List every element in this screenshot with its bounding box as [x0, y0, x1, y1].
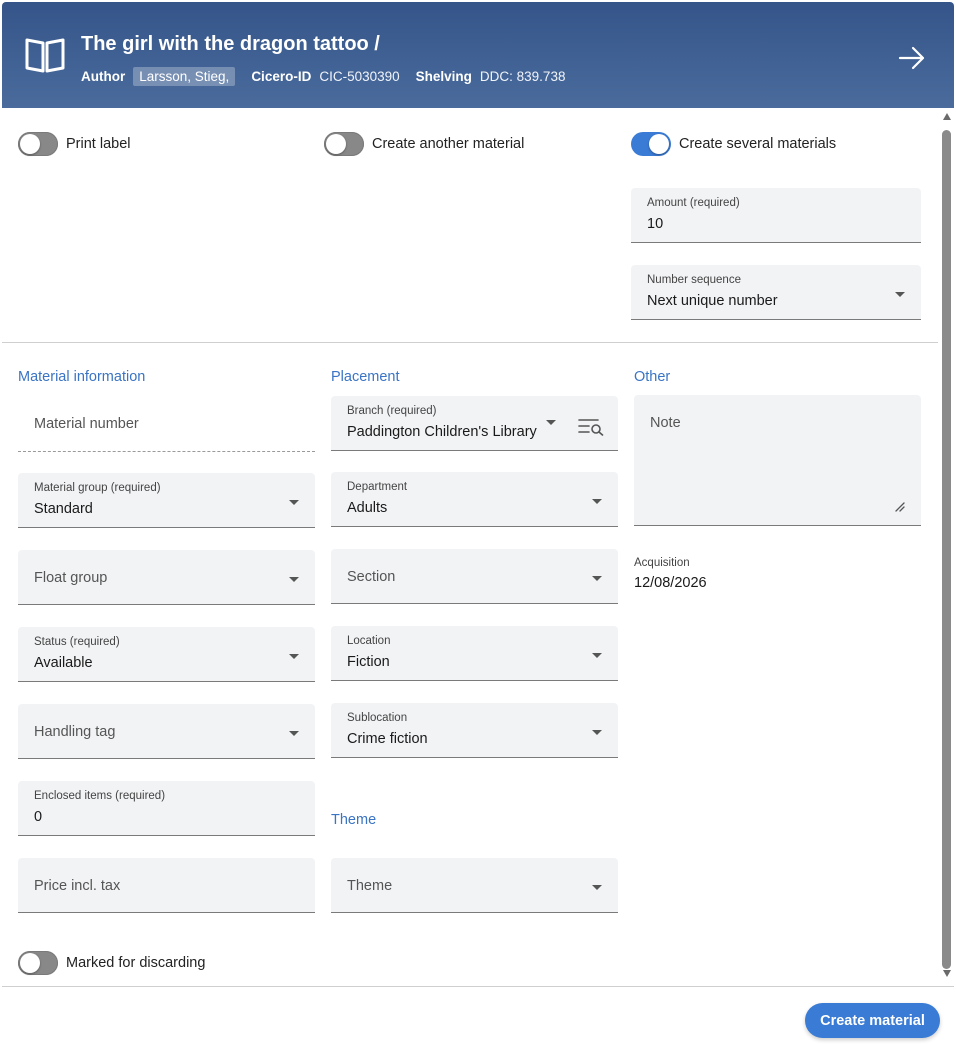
- number-sequence-label: Number sequence: [647, 274, 741, 286]
- status-value: Available: [34, 655, 93, 671]
- department-select[interactable]: Department Adults: [331, 472, 618, 527]
- material-meta: Author Larsson, Stieg, Cicero-ID CIC-503…: [81, 67, 581, 86]
- book-open-icon: [24, 36, 66, 79]
- amount-field[interactable]: Amount (required) 10: [631, 188, 921, 243]
- material-number-placeholder: Material number: [34, 416, 139, 432]
- material-group-label: Material group (required): [34, 482, 161, 494]
- other-heading: Other: [634, 369, 671, 385]
- cicero-id-value: CIC-5030390: [319, 69, 400, 84]
- cicero-id-label: Cicero-ID: [251, 69, 312, 84]
- enclosed-items-label: Enclosed items (required): [34, 790, 166, 802]
- location-select[interactable]: Location Fiction: [331, 626, 618, 681]
- chevron-down-icon: [592, 730, 602, 735]
- chevron-down-icon: [289, 500, 299, 505]
- section-placeholder: Section: [347, 569, 396, 585]
- theme-placeholder: Theme: [347, 878, 393, 894]
- create-another-switch[interactable]: [324, 132, 364, 156]
- shelving-label: Shelving: [415, 69, 472, 84]
- chevron-down-icon: [592, 653, 602, 658]
- placement-heading: Placement: [331, 369, 400, 385]
- material-information-heading: Material information: [18, 369, 146, 385]
- marked-discarding-text: Marked for discarding: [66, 955, 206, 971]
- status-label: Status (required): [34, 636, 120, 648]
- acquisition-value: 12/08/2026: [634, 575, 707, 591]
- shelving-value: DDC: 839.738: [479, 69, 566, 84]
- location-value: Fiction: [347, 654, 390, 670]
- chevron-down-icon: [289, 577, 299, 582]
- sublocation-value: Crime fiction: [347, 731, 428, 747]
- list-search-icon[interactable]: [578, 418, 604, 441]
- sublocation-label: Sublocation: [347, 712, 408, 724]
- float-group-select[interactable]: Float group: [18, 550, 315, 605]
- amount-value[interactable]: 10: [647, 216, 663, 232]
- chevron-down-icon: [289, 654, 299, 659]
- print-label-text: Print label: [66, 136, 131, 152]
- author-link[interactable]: Larsson, Stieg,: [133, 67, 236, 86]
- chevron-down-icon: [592, 499, 602, 504]
- scroll-up-icon[interactable]: [943, 113, 951, 120]
- chevron-down-icon: [592, 576, 602, 581]
- note-placeholder: Note: [650, 415, 681, 431]
- number-sequence-select[interactable]: Number sequence Next unique number: [631, 265, 921, 320]
- number-sequence-value: Next unique number: [647, 293, 778, 309]
- material-title: The girl with the dragon tattoo /: [81, 33, 380, 55]
- divider: [2, 342, 938, 343]
- create-another-toggle[interactable]: Create another material: [324, 132, 524, 156]
- chevron-down-icon: [546, 420, 556, 425]
- float-group-placeholder: Float group: [34, 570, 108, 586]
- footer-divider: [2, 986, 954, 987]
- note-textarea[interactable]: Note: [634, 395, 921, 526]
- section-select[interactable]: Section: [331, 549, 618, 604]
- enclosed-items-value[interactable]: 0: [34, 809, 42, 825]
- location-label: Location: [347, 635, 391, 647]
- chevron-down-icon: [592, 885, 602, 890]
- author-label: Author: [81, 69, 126, 84]
- marked-discarding-switch[interactable]: [18, 951, 58, 975]
- material-number-input[interactable]: Material number: [18, 396, 315, 452]
- price-field[interactable]: Price incl. tax: [18, 858, 315, 913]
- print-label-switch[interactable]: [18, 132, 58, 156]
- price-placeholder: Price incl. tax: [34, 878, 121, 894]
- arrow-right-icon[interactable]: [898, 46, 926, 75]
- material-group-select[interactable]: Material group (required) Standard: [18, 473, 315, 528]
- scroll-down-icon[interactable]: [943, 970, 951, 977]
- chevron-down-icon: [289, 731, 299, 736]
- print-label-toggle[interactable]: Print label: [18, 132, 130, 156]
- status-select[interactable]: Status (required) Available: [18, 627, 315, 682]
- resize-handle-icon[interactable]: [895, 499, 905, 517]
- branch-select[interactable]: Branch (required) Paddington Children's …: [331, 396, 618, 451]
- branch-label: Branch (required): [347, 405, 437, 417]
- department-label: Department: [347, 481, 408, 493]
- scrollbar[interactable]: [940, 113, 954, 983]
- scrollbar-thumb[interactable]: [942, 130, 951, 969]
- handling-tag-placeholder: Handling tag: [34, 724, 116, 740]
- dialog-header: The girl with the dragon tattoo / Author…: [2, 2, 954, 108]
- acquisition-label: Acquisition: [634, 557, 690, 569]
- amount-label: Amount (required): [647, 197, 740, 209]
- chevron-down-icon: [895, 292, 905, 297]
- material-group-value: Standard: [34, 501, 93, 517]
- branch-value: Paddington Children's Library: [347, 424, 537, 440]
- marked-discarding-toggle[interactable]: Marked for discarding: [18, 951, 205, 975]
- create-material-button[interactable]: Create material: [805, 1003, 940, 1038]
- theme-heading: Theme: [331, 812, 377, 828]
- handling-tag-select[interactable]: Handling tag: [18, 704, 315, 759]
- theme-select[interactable]: Theme: [331, 858, 618, 913]
- sublocation-select[interactable]: Sublocation Crime fiction: [331, 703, 618, 758]
- create-several-toggle[interactable]: Create several materials: [631, 132, 836, 156]
- create-another-text: Create another material: [372, 136, 525, 152]
- create-several-text: Create several materials: [679, 136, 837, 152]
- department-value: Adults: [347, 500, 388, 516]
- enclosed-items-field[interactable]: Enclosed items (required) 0: [18, 781, 315, 836]
- create-several-switch[interactable]: [631, 132, 671, 156]
